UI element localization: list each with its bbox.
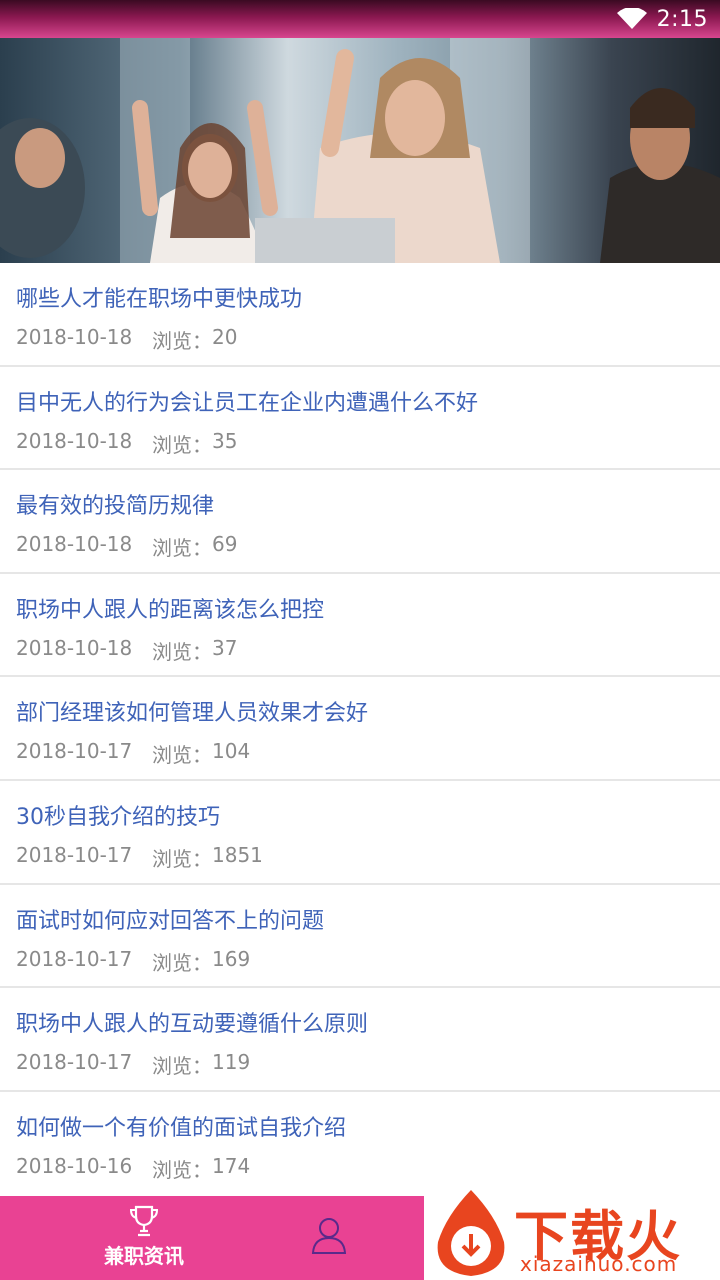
views-label: 浏览： — [152, 329, 212, 353]
news-title[interactable]: 最有效的投简历规律 — [16, 488, 214, 520]
banner-carousel[interactable] — [0, 38, 720, 263]
views-label: 浏览： — [152, 950, 212, 975]
tab-label: 兼职资讯 — [104, 1244, 184, 1268]
list-item[interactable]: 职场中人跟人的距离该怎么把控 2018-10-18 浏览： 37 — [0, 574, 720, 678]
flame-logo-icon — [437, 1190, 505, 1276]
watermark-site: xiazaihuo.com — [520, 1252, 678, 1276]
views-count: 35 — [212, 428, 238, 453]
news-title[interactable]: 面试时如何应对回答不上的问题 — [16, 903, 324, 935]
news-meta: 2018-10-17 浏览： 104 — [16, 739, 250, 768]
views-count: 119 — [212, 1050, 251, 1075]
news-title[interactable]: 职场中人跟人的互动要遵循什么原则 — [16, 1006, 368, 1038]
views-count: 174 — [212, 1153, 251, 1178]
news-title[interactable]: 职场中人跟人的距离该怎么把控 — [16, 592, 324, 624]
views-label: 浏览： — [152, 432, 212, 457]
news-date: 2018-10-17 — [16, 1050, 133, 1075]
news-date: 2018-10-18 — [16, 635, 133, 660]
status-bar: 2:15 — [0, 0, 720, 38]
views-label: 浏览： — [152, 1157, 212, 1182]
news-date: 2018-10-17 — [16, 946, 133, 971]
user-icon — [311, 1218, 347, 1254]
views-count: 20 — [212, 325, 238, 349]
news-list: 哪些人才能在职场中更快成功 2018-10-18 浏览： 20 目中无人的行为会… — [0, 263, 720, 1195]
tab-profile[interactable] — [288, 1196, 424, 1280]
news-date: 2018-10-16 — [16, 1153, 133, 1178]
list-item[interactable]: 部门经理该如何管理人员效果才会好 2018-10-17 浏览： 104 — [0, 677, 720, 781]
views-label: 浏览： — [152, 846, 212, 871]
watermark-logo: 下载火 xiazaihuo.com — [424, 1186, 720, 1280]
news-title[interactable]: 如何做一个有价值的面试自我介绍 — [16, 1110, 346, 1142]
news-title[interactable]: 目中无人的行为会让员工在企业内遭遇什么不好 — [16, 385, 478, 417]
tab-part-time-news[interactable]: 兼职资讯 — [0, 1196, 288, 1280]
news-meta: 2018-10-18 浏览： 35 — [16, 429, 237, 458]
news-meta: 2018-10-17 浏览： 169 — [16, 947, 250, 976]
views-count: 1851 — [212, 842, 263, 867]
list-item[interactable]: 30秒自我介绍的技巧 2018-10-17 浏览： 1851 — [0, 781, 720, 885]
views-count: 104 — [212, 739, 251, 764]
news-title[interactable]: 哪些人才能在职场中更快成功 — [16, 281, 302, 313]
views-label: 浏览： — [152, 639, 212, 664]
status-time: 2:15 — [656, 6, 708, 32]
list-item[interactable]: 哪些人才能在职场中更快成功 2018-10-18 浏览： 20 — [0, 263, 720, 367]
list-item[interactable]: 职场中人跟人的互动要遵循什么原则 2018-10-17 浏览： 119 — [0, 988, 720, 1092]
wifi-icon — [616, 8, 647, 29]
list-item[interactable]: 如何做一个有价值的面试自我介绍 2018-10-16 浏览： 174 — [0, 1092, 720, 1196]
views-label: 浏览： — [152, 536, 212, 561]
list-item[interactable]: 面试时如何应对回答不上的问题 2018-10-17 浏览： 169 — [0, 885, 720, 989]
news-title[interactable]: 部门经理该如何管理人员效果才会好 — [16, 695, 368, 727]
banner-image — [0, 38, 720, 263]
news-date: 2018-10-18 — [16, 428, 133, 453]
news-date: 2018-10-18 — [16, 532, 133, 557]
news-date: 2018-10-17 — [16, 842, 133, 867]
list-item[interactable]: 目中无人的行为会让员工在企业内遭遇什么不好 2018-10-18 浏览： 35 — [0, 367, 720, 471]
news-meta: 2018-10-16 浏览： 174 — [16, 1154, 250, 1183]
news-date: 2018-10-18 — [16, 325, 133, 349]
views-label: 浏览： — [152, 1054, 212, 1079]
views-count: 37 — [212, 635, 238, 660]
news-meta: 2018-10-17 浏览： 119 — [16, 1050, 250, 1079]
views-label: 浏览： — [152, 743, 212, 768]
news-meta: 2018-10-18 浏览： 37 — [16, 636, 237, 665]
news-meta: 2018-10-18 浏览： 20 — [16, 325, 237, 354]
trophy-icon — [129, 1205, 159, 1237]
news-title[interactable]: 30秒自我介绍的技巧 — [16, 799, 220, 831]
news-meta: 2018-10-17 浏览： 1851 — [16, 843, 263, 872]
news-meta: 2018-10-18 浏览： 69 — [16, 532, 237, 561]
views-count: 169 — [212, 946, 251, 971]
list-item[interactable]: 最有效的投简历规律 2018-10-18 浏览： 69 — [0, 470, 720, 574]
views-count: 69 — [212, 532, 238, 557]
news-date: 2018-10-17 — [16, 739, 133, 764]
